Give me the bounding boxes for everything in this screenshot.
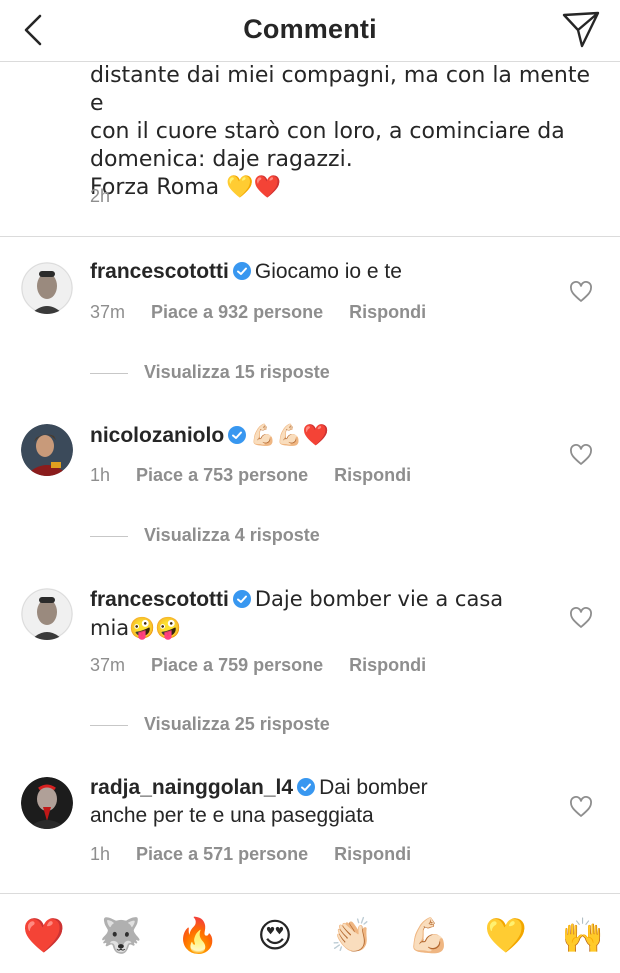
caption-timestamp: 2h (90, 186, 111, 206)
divider (0, 236, 620, 237)
avatar[interactable] (21, 777, 73, 829)
comment-likes-link[interactable]: Piace a 571 persone (136, 844, 308, 864)
replies-line (90, 535, 128, 537)
comment-meta: 37m Piace a 759 persone Rispondi (90, 655, 452, 676)
reaction-clap-icon[interactable]: 👏🏻 (330, 914, 374, 958)
comment-body: francescototti Daje bomber vie a casa mia… (90, 585, 540, 643)
comment-meta: 1h Piace a 753 persone Rispondi (90, 465, 437, 486)
comment-likes-link[interactable]: Piace a 759 persone (151, 655, 323, 675)
reply-button[interactable]: Rispondi (349, 655, 426, 675)
reply-button[interactable]: Rispondi (334, 465, 411, 485)
comment-text: 💪🏻💪🏻❤️ (250, 423, 329, 447)
verified-badge-icon (228, 424, 247, 444)
like-heart-icon[interactable] (569, 281, 593, 303)
reply-button[interactable]: Rispondi (334, 844, 411, 864)
verified-badge-icon (297, 776, 316, 796)
comment-meta: 37m Piace a 932 persone Rispondi (90, 302, 452, 323)
caption-text: distante dai miei compagni, ma con la me… (90, 63, 590, 200)
comment-timestamp: 37m (90, 302, 126, 322)
comment-timestamp: 37m (90, 655, 126, 675)
comment-timestamp: 1h (90, 844, 111, 864)
comment-username[interactable]: radja_nainggolan_l4 (90, 776, 293, 799)
comment-username[interactable]: francescototti (90, 260, 229, 283)
reaction-raised-hands-icon[interactable]: 🙌 (561, 914, 605, 958)
verified-badge-icon (232, 588, 251, 608)
reaction-wolf-icon[interactable]: 🐺 (99, 914, 143, 958)
reaction-fire-icon[interactable]: 🔥 (176, 914, 220, 958)
reaction-heart-icon[interactable]: ❤️ (22, 914, 66, 958)
reaction-yellow-heart-icon[interactable]: 💛 (484, 914, 528, 958)
view-replies-label: Visualizza 25 risposte (144, 714, 330, 734)
like-heart-icon[interactable] (569, 796, 593, 818)
comment-likes-link[interactable]: Piace a 932 persone (151, 302, 323, 322)
verified-badge-icon (232, 260, 251, 280)
page-title: Commenti (243, 14, 377, 44)
avatar[interactable] (21, 588, 73, 640)
comment-likes-link[interactable]: Piace a 753 persone (136, 465, 308, 485)
direct-send-icon[interactable] (560, 8, 602, 50)
like-heart-icon[interactable] (569, 607, 593, 629)
view-replies-label: Visualizza 15 risposte (144, 362, 330, 382)
like-heart-icon[interactable] (569, 444, 593, 466)
replies-line (90, 724, 128, 726)
comment-text: Giocamo io e te (254, 260, 402, 283)
comment-body: radja_nainggolan_l4 Dai bomber anche per … (90, 774, 490, 830)
view-replies-button[interactable]: Visualizza 25 risposte (90, 714, 330, 735)
comment-body: nicolozaniolo 💪🏻💪🏻❤️ (90, 421, 550, 450)
reply-button[interactable]: Rispondi (349, 302, 426, 322)
avatar[interactable] (21, 424, 73, 476)
comment-username[interactable]: francescototti (90, 588, 229, 611)
comment-meta: 1h Piace a 571 persone Rispondi (90, 844, 437, 865)
replies-line (90, 372, 128, 374)
avatar[interactable] (21, 262, 73, 314)
view-replies-label: Visualizza 4 risposte (144, 525, 320, 545)
comment-body: francescototti Giocamo io e te (90, 258, 550, 286)
quick-reactions-bar: ❤️ 🐺 🔥 😍 👏🏻 💪🏻 💛 🙌 (0, 893, 620, 973)
reaction-muscle-icon[interactable]: 💪🏻 (407, 914, 451, 958)
comment-timestamp: 1h (90, 465, 111, 485)
header-bar: Commenti (0, 0, 620, 62)
post-caption: distante dai miei compagni, ma con la me… (90, 62, 610, 206)
view-replies-button[interactable]: Visualizza 4 risposte (90, 525, 320, 546)
view-replies-button[interactable]: Visualizza 15 risposte (90, 362, 330, 383)
reaction-heart-eyes-icon[interactable]: 😍 (253, 914, 297, 958)
comment-username[interactable]: nicolozaniolo (90, 424, 224, 447)
